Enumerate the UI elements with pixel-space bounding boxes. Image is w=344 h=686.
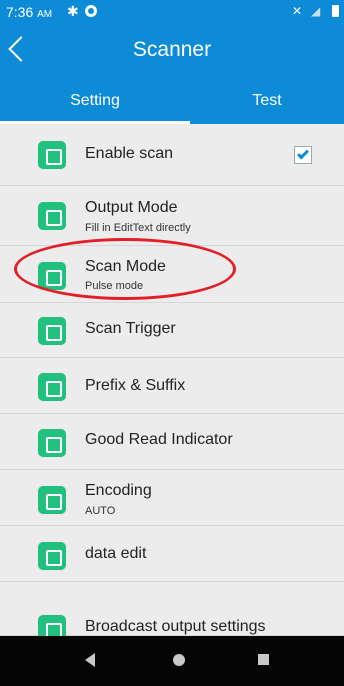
enable-scan-checkbox[interactable] (294, 146, 312, 164)
setting-subtitle: AUTO (85, 505, 116, 517)
page-title: Scanner (132, 38, 212, 61)
setting-title: Scan Trigger (85, 320, 176, 337)
setting-subtitle: Pulse mode (85, 280, 144, 292)
nav-back-icon[interactable] (85, 653, 95, 667)
output-mode-icon (38, 202, 66, 230)
nav-recent-icon[interactable] (258, 654, 269, 665)
data-edit-icon (38, 542, 66, 570)
setting-title: Good Read Indicator (85, 431, 233, 448)
broadcast-icon (38, 615, 66, 636)
setting-subtitle: Fill in EditText directly (85, 222, 191, 234)
gear-icon: ✱ (67, 3, 79, 19)
settings-list[interactable]: Enable scan Output Mode Fill in EditText… (0, 124, 344, 636)
setting-row-broadcast-output[interactable]: Broadcast output settings (0, 582, 344, 636)
title-bar: Scanner (0, 24, 344, 78)
setting-row-encoding[interactable]: Encoding AUTO (0, 470, 344, 526)
check-icon (296, 147, 310, 160)
wifi-icon: ◢ (311, 4, 321, 18)
setting-row-data-edit[interactable]: data edit (0, 526, 344, 582)
clock-time: 7:36 (6, 4, 34, 20)
navigation-bar (0, 636, 344, 686)
clock-ampm: AM (37, 9, 53, 20)
setting-title: Enable scan (85, 145, 174, 162)
setting-row-prefix-suffix[interactable]: Prefix & Suffix (0, 358, 344, 414)
battery-icon (332, 5, 339, 17)
mute-icon: ✕ (292, 4, 303, 18)
status-time: 7:36 AM (6, 4, 52, 20)
scan-mode-icon (38, 262, 66, 290)
enable-scan-icon (38, 141, 66, 169)
setting-row-enable-scan[interactable]: Enable scan (0, 124, 344, 186)
encoding-icon (38, 486, 66, 514)
setting-title: Encoding (85, 482, 152, 499)
setting-row-scan-mode[interactable]: Scan Mode Pulse mode (0, 246, 344, 303)
prefix-suffix-icon (38, 373, 66, 401)
app-icon (85, 5, 97, 17)
setting-row-output-mode[interactable]: Output Mode Fill in EditText directly (0, 186, 344, 246)
setting-title: Scan Mode (85, 258, 166, 275)
nav-home-icon[interactable] (173, 654, 185, 666)
setting-row-good-read-indicator[interactable]: Good Read Indicator (0, 414, 344, 470)
tab-test[interactable]: Test (190, 78, 344, 124)
setting-title: Prefix & Suffix (85, 377, 186, 394)
status-bar: 7:36 AM ✱ ✕ ◢ (0, 0, 344, 24)
scan-trigger-icon (38, 317, 66, 345)
setting-row-scan-trigger[interactable]: Scan Trigger (0, 303, 344, 358)
good-read-icon (38, 429, 66, 457)
setting-title: Broadcast output settings (85, 618, 266, 635)
tab-setting[interactable]: Setting (0, 78, 190, 124)
setting-title: Output Mode (85, 199, 178, 216)
setting-title: data edit (85, 545, 147, 562)
tab-bar: Setting Test (0, 78, 344, 124)
